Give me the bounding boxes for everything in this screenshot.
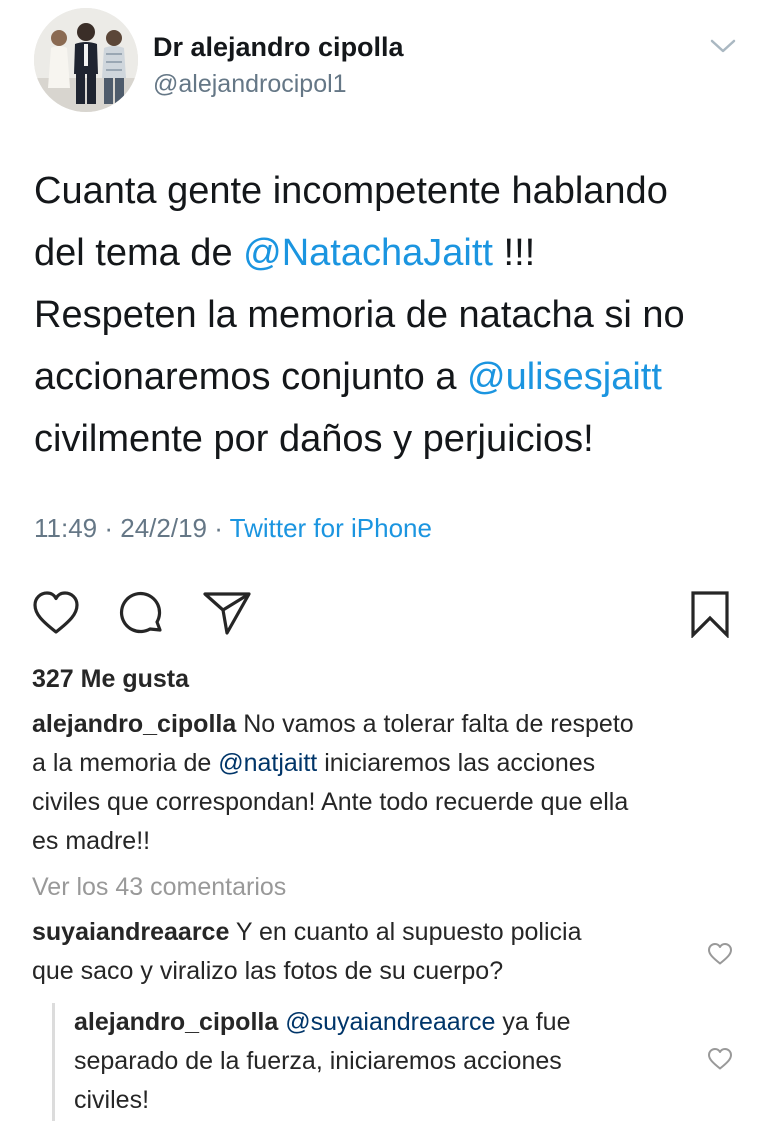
post-caption: alejandro_cipolla No vamos a tolerar fal…: [32, 705, 742, 861]
comment-button[interactable]: [118, 590, 166, 638]
heart-icon: [708, 943, 732, 965]
reply-mention[interactable]: @suyaiandreaarce: [285, 1008, 495, 1036]
reply-like-button[interactable]: [707, 1047, 733, 1071]
share-button[interactable]: [202, 590, 252, 636]
comment-reply: alejandro_cipolla @suyaiandreaarce ya fu…: [74, 1003, 694, 1120]
tweet-text-segment: Cuanta gente incompetente hablando: [34, 170, 668, 212]
save-button[interactable]: [690, 590, 730, 639]
tweet-meta: 11:49 · 24/2/19 · Twitter for iPhone: [34, 513, 432, 544]
comment-icon: [119, 591, 162, 634]
tweet-text-line: civilmente por daños y perjuicios!: [34, 408, 754, 470]
tweet-text: Cuanta gente incompetente hablando del te…: [34, 160, 754, 470]
reply-thread-line: [52, 1003, 55, 1121]
tweet-date[interactable]: 24/2/19: [120, 513, 207, 543]
tweet-mention-link[interactable]: @NatachaJaitt: [243, 232, 493, 274]
caption-line: es madre!!: [32, 827, 151, 855]
like-button[interactable]: [32, 590, 80, 636]
comment-like-button[interactable]: [707, 942, 733, 966]
tweet-text-segment: Respeten la memoria de natacha si no: [34, 294, 685, 336]
bookmark-icon: [691, 591, 729, 639]
comment-line: suyaiandreaarce Y en cuanto al supuesto …: [32, 913, 682, 952]
tweet-menu-button[interactable]: [708, 36, 738, 56]
tweet-text-line: Respeten la memoria de natacha si no: [34, 284, 754, 346]
heart-icon: [708, 1048, 732, 1070]
comment-username[interactable]: suyaiandreaarce: [32, 918, 229, 946]
tweet-header: Dr alejandro cipolla @alejandrocipol1: [34, 8, 744, 114]
reply-username[interactable]: alejandro_cipolla: [74, 1008, 278, 1036]
user-handle[interactable]: @alejandrocipol1: [153, 70, 347, 99]
caption-line: a la memoria de @natjaitt iniciaremos la…: [32, 744, 742, 783]
meta-separator: ·: [97, 513, 121, 543]
tweet-time[interactable]: 11:49: [34, 513, 97, 543]
caption-username[interactable]: alejandro_cipolla: [32, 710, 236, 738]
likes-count[interactable]: 327 Me gusta: [32, 665, 189, 694]
tweet-text-segment: accionaremos conjunto a: [34, 356, 468, 398]
view-all-comments-link[interactable]: Ver los 43 comentarios: [32, 873, 286, 902]
comment-line: que saco y viralizo las fotos de su cuer…: [32, 957, 504, 985]
heart-icon: [33, 591, 79, 634]
reply-text: ya fue: [495, 1008, 571, 1036]
reply-line: alejandro_cipolla @suyaiandreaarce ya fu…: [74, 1003, 694, 1042]
comment: suyaiandreaarce Y en cuanto al supuesto …: [32, 913, 682, 991]
tweet-text-segment: !!!: [492, 232, 536, 274]
chevron-down-icon: [710, 39, 736, 53]
tweet-text-line: accionaremos conjunto a @ulisesjaitt: [34, 346, 754, 408]
reply-line: separado de la fuerza, iniciaremos accio…: [74, 1047, 562, 1075]
paper-plane-icon: [203, 592, 251, 635]
tweet-mention-link[interactable]: @ulisesjaitt: [467, 356, 662, 398]
caption-text: a la memoria de: [32, 749, 219, 777]
tweet-text-line: del tema de @NatachaJaitt !!!: [34, 222, 754, 284]
caption-line: alejandro_cipolla No vamos a tolerar fal…: [32, 705, 742, 744]
caption-text: No vamos a tolerar falta de respeto: [236, 710, 634, 738]
reply-line: civiles!: [74, 1086, 150, 1114]
tweet-text-segment: del tema de: [34, 232, 244, 274]
caption-mention[interactable]: @natjaitt: [218, 749, 317, 777]
tweet-text-line: Cuanta gente incompetente hablando: [34, 160, 754, 222]
meta-separator: ·: [207, 513, 230, 543]
display-name[interactable]: Dr alejandro cipolla: [153, 32, 404, 63]
tweet-source[interactable]: Twitter for iPhone: [230, 513, 432, 543]
tweet-text-segment: civilmente por daños y perjuicios!: [34, 418, 594, 460]
caption-text: iniciaremos las acciones: [317, 749, 596, 777]
caption-line: civiles que correspondan! Ante todo recu…: [32, 788, 629, 816]
avatar[interactable]: [34, 8, 138, 112]
comment-text: Y en cuanto al supuesto policia: [229, 918, 582, 946]
